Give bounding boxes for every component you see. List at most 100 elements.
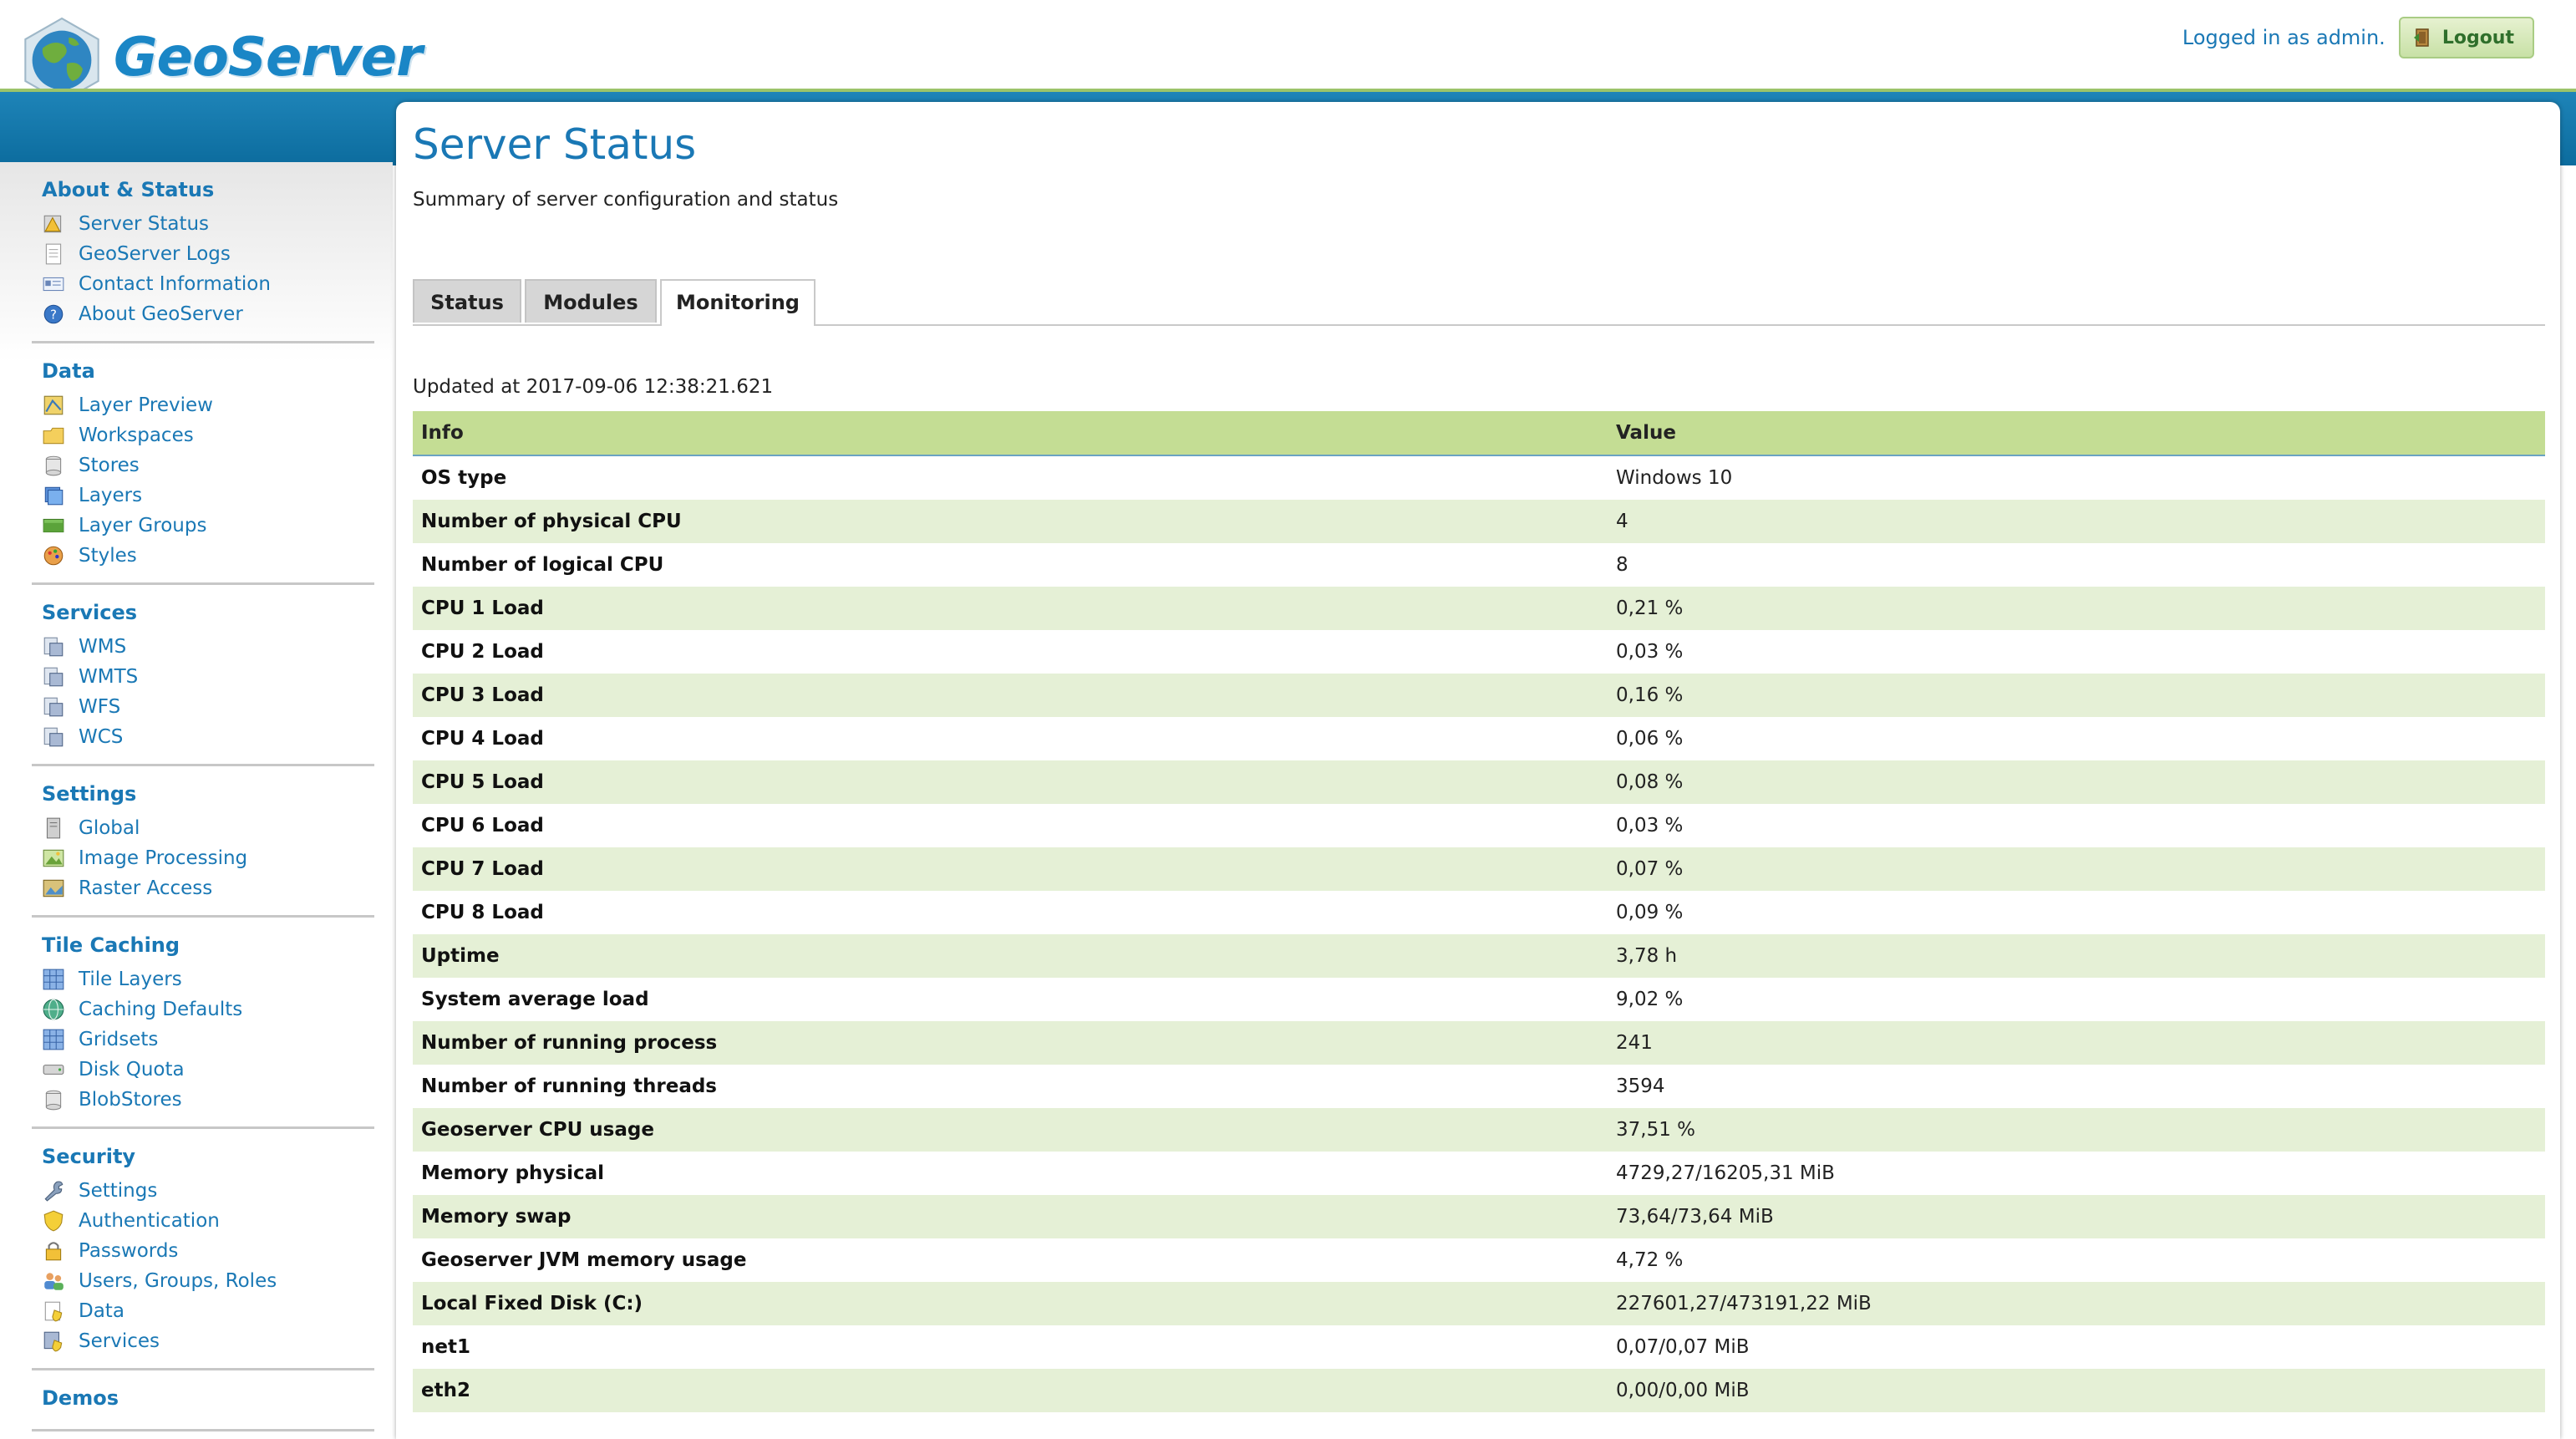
sidebar-item-services-wms[interactable]: WMS bbox=[32, 632, 374, 662]
info-cell: CPU 3 Load bbox=[421, 684, 544, 706]
table-row: Geoserver CPU usage 37,51 % bbox=[413, 1108, 2545, 1152]
sidebar-section-demos: Demos bbox=[32, 1382, 374, 1431]
sidebar-heading-demos: Demos bbox=[42, 1386, 119, 1410]
sidebar-item-security-authentication[interactable]: Authentication bbox=[32, 1206, 374, 1236]
wrench-icon bbox=[44, 1181, 64, 1202]
disk-icon bbox=[43, 1065, 64, 1075]
logout-door-icon bbox=[2413, 28, 2429, 47]
logout-button[interactable]: Logout bbox=[2398, 17, 2534, 58]
sidebar-item-label: Global bbox=[79, 817, 140, 839]
monitoring-table: Info Value OS type Windows 10 Number of ph… bbox=[413, 411, 2545, 1412]
layers-icon bbox=[44, 486, 64, 506]
sidebar-item-settings-image-processing[interactable]: Image Processing bbox=[32, 843, 374, 873]
tab-modules[interactable]: Modules bbox=[525, 279, 657, 323]
sidebar-heading-services: Services bbox=[42, 601, 138, 624]
sidebar-item-label: Disk Quota bbox=[79, 1059, 185, 1081]
info-cell: CPU 6 Load bbox=[421, 815, 544, 836]
globe-icon bbox=[43, 999, 64, 1020]
sidebar-item-label: Layers bbox=[79, 485, 143, 506]
info-cell: Number of physical CPU bbox=[421, 511, 682, 532]
logout-label: Logout bbox=[2441, 27, 2514, 48]
sidebar-item-tile-caching-caching-defaults[interactable]: Caching Defaults bbox=[32, 994, 374, 1025]
sidebar-item-security-users-groups-roles[interactable]: Users, Groups, Roles bbox=[32, 1266, 374, 1296]
sidebar-item-services-wcs[interactable]: WCS bbox=[32, 722, 374, 752]
sidebar-item-label: Image Processing bbox=[79, 847, 248, 869]
users-icon bbox=[44, 1273, 64, 1290]
column-header-value: Value bbox=[1616, 422, 1676, 444]
sidebar-item-label: Authentication bbox=[79, 1210, 220, 1232]
sidebar-item-settings-raster-access[interactable]: Raster Access bbox=[32, 873, 374, 903]
sidebar-section-tile-caching: Tile Caching Tile Layers Caching Defaults G… bbox=[32, 929, 374, 1129]
info-cell: Memory swap bbox=[421, 1206, 572, 1228]
folder-icon bbox=[43, 427, 64, 445]
image-icon bbox=[43, 849, 64, 867]
sidebar-item-label: Data bbox=[79, 1300, 124, 1322]
lock-icon bbox=[45, 1242, 62, 1261]
sidebar-item-data-layer-preview[interactable]: Layer Preview bbox=[32, 390, 374, 420]
sidebar-heading-settings: Settings bbox=[42, 782, 137, 806]
info-cell: Number of logical CPU bbox=[421, 554, 664, 576]
raster-icon bbox=[43, 879, 64, 897]
services-security-icon bbox=[43, 1331, 63, 1352]
sidebar-section-data: Data Layer Preview Workspaces Stores Layers L… bbox=[32, 355, 374, 585]
login-area: Logged in as admin. Logout bbox=[2182, 17, 2534, 58]
page-description: Summary of server configuration and stat… bbox=[413, 189, 839, 211]
header: GeoServer Logged in as admin. Logout bbox=[0, 0, 2576, 104]
sidebar: About & Status Server Status GeoServer Log… bbox=[0, 162, 393, 1431]
sidebar-item-label: Gridsets bbox=[79, 1029, 159, 1050]
sidebar-item-label: About GeoServer bbox=[79, 303, 243, 325]
sidebar-item-security-passwords[interactable]: Passwords bbox=[32, 1236, 374, 1266]
table-row: CPU 1 Load 0,21 % bbox=[413, 587, 2545, 630]
sidebar-item-services-wfs[interactable]: WFS bbox=[32, 692, 374, 722]
sidebar-item-data-stores[interactable]: Stores bbox=[32, 450, 374, 481]
sidebar-item-about-status-about-geoserver[interactable]: ? About GeoServer bbox=[32, 299, 374, 329]
sidebar-item-data-layers[interactable]: Layers bbox=[32, 481, 374, 511]
sidebar-item-label: Layer Groups bbox=[79, 515, 207, 536]
table-row: OS type Windows 10 bbox=[413, 456, 2545, 500]
sidebar-item-data-layer-groups[interactable]: Layer Groups bbox=[32, 511, 374, 541]
sidebar-item-label: WFS bbox=[79, 696, 121, 718]
grid-icon bbox=[43, 1029, 64, 1050]
sidebar-item-security-settings[interactable]: Settings bbox=[32, 1176, 374, 1206]
tab-monitoring[interactable]: Monitoring bbox=[660, 279, 815, 326]
sidebar-item-security-services[interactable]: Services bbox=[32, 1326, 374, 1356]
info-cell: CPU 5 Load bbox=[421, 771, 544, 793]
info-cell: eth2 bbox=[421, 1380, 470, 1401]
column-header-info: Info bbox=[421, 422, 464, 444]
sidebar-item-about-status-server-status[interactable]: Server Status bbox=[32, 209, 374, 239]
sidebar-item-security-data[interactable]: Data bbox=[32, 1296, 374, 1326]
sidebar-item-tile-caching-blobstores[interactable]: BlobStores bbox=[32, 1085, 374, 1115]
value-cell: 4729,27/16205,31 MiB bbox=[1616, 1162, 1835, 1184]
table-row: CPU 2 Load 0,03 % bbox=[413, 630, 2545, 674]
value-cell: 73,64/73,64 MiB bbox=[1616, 1206, 1774, 1228]
store-icon bbox=[45, 1090, 62, 1111]
sidebar-item-label: Users, Groups, Roles bbox=[79, 1270, 277, 1292]
info-cell: Number of running threads bbox=[421, 1075, 717, 1097]
sidebar-item-services-wmts[interactable]: WMTS bbox=[32, 662, 374, 692]
service-icon bbox=[43, 697, 64, 717]
service-icon bbox=[43, 727, 64, 747]
table-row: Uptime 3,78 h bbox=[413, 934, 2545, 978]
info-cell: CPU 4 Load bbox=[421, 728, 544, 750]
sidebar-heading-tile-caching: Tile Caching bbox=[42, 933, 180, 957]
sidebar-heading-security: Security bbox=[42, 1145, 136, 1168]
data-security-icon bbox=[44, 1301, 63, 1322]
sidebar-item-tile-caching-tile-layers[interactable]: Tile Layers bbox=[32, 964, 374, 994]
sidebar-item-about-status-contact-information[interactable]: Contact Information bbox=[32, 269, 374, 299]
table-row: net1 0,07/0,07 MiB bbox=[413, 1325, 2545, 1369]
sidebar-item-data-styles[interactable]: Styles bbox=[32, 541, 374, 571]
table-row: CPU 7 Load 0,07 % bbox=[413, 847, 2545, 891]
shield-icon bbox=[43, 1210, 64, 1232]
sidebar-section-about-status: About & Status Server Status GeoServer Log… bbox=[32, 174, 374, 343]
sidebar-item-tile-caching-disk-quota[interactable]: Disk Quota bbox=[32, 1055, 374, 1085]
sidebar-item-data-workspaces[interactable]: Workspaces bbox=[32, 420, 374, 450]
sidebar-item-settings-global[interactable]: Global bbox=[32, 813, 374, 843]
sidebar-item-tile-caching-gridsets[interactable]: Gridsets bbox=[32, 1025, 374, 1055]
sidebar-item-about-status-geoserver-logs[interactable]: GeoServer Logs bbox=[32, 239, 374, 269]
sidebar-item-label: Raster Access bbox=[79, 877, 213, 899]
logged-in-text: Logged in as admin. bbox=[2182, 26, 2385, 49]
value-cell: 0,07/0,07 MiB bbox=[1616, 1336, 1750, 1358]
tab-status[interactable]: Status bbox=[413, 279, 521, 323]
table-row: Number of physical CPU 4 bbox=[413, 500, 2545, 543]
sidebar-item-label: Contact Information bbox=[79, 273, 271, 295]
